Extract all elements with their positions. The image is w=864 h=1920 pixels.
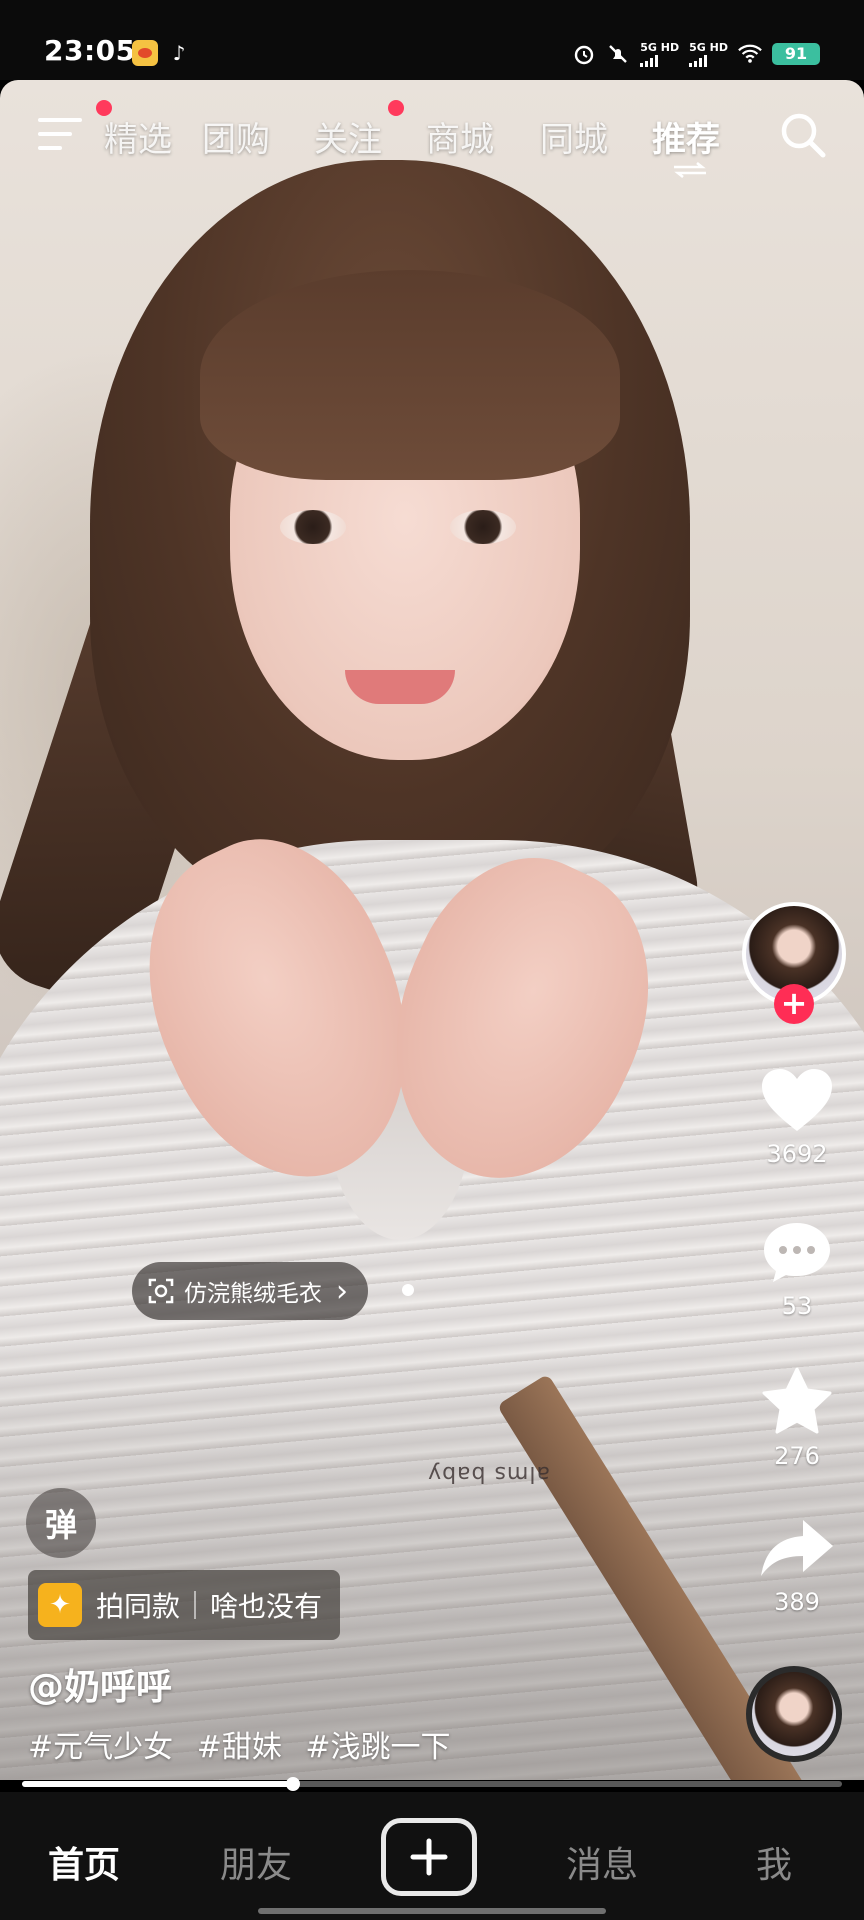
- share-button[interactable]: 389: [752, 1508, 842, 1616]
- tab-mall[interactable]: 商城: [426, 112, 494, 161]
- nav-friends[interactable]: 朋友: [220, 1836, 292, 1888]
- follow-button[interactable]: +: [774, 984, 814, 1024]
- home-indicator[interactable]: [258, 1908, 606, 1914]
- signal-icon-2: 5G HD: [689, 42, 728, 67]
- tab-group-buy[interactable]: 团购: [202, 112, 270, 161]
- wifi-icon: [738, 42, 762, 66]
- create-button[interactable]: [381, 1818, 477, 1896]
- alarm-icon: [572, 42, 596, 66]
- star-icon: [752, 1362, 842, 1442]
- video-player[interactable]: alms baby: [0, 80, 864, 1780]
- weibo-icon: [132, 40, 158, 66]
- divider: [194, 1591, 197, 1619]
- following-notification-dot: [388, 100, 404, 116]
- hashtag[interactable]: #浅跳一下: [305, 1730, 450, 1765]
- hashtags: #元气少女 #甜妹 #浅跳一下: [28, 1722, 465, 1766]
- progress-handle[interactable]: [285, 1777, 300, 1791]
- video-progress-bar[interactable]: [22, 1777, 842, 1791]
- like-button[interactable]: 3692: [752, 1060, 842, 1168]
- template-action: 拍同款: [96, 1590, 181, 1623]
- product-anchor-dot: [402, 1284, 414, 1296]
- favorite-button[interactable]: 276: [752, 1362, 842, 1470]
- nav-messages[interactable]: 消息: [566, 1836, 638, 1888]
- search-icon[interactable]: [778, 110, 828, 160]
- left-eye: [280, 510, 346, 544]
- tab-nearby[interactable]: 同城: [540, 112, 608, 161]
- nav-home[interactable]: 首页: [48, 1836, 120, 1888]
- refresh-icon[interactable]: [672, 162, 708, 178]
- progress-fill: [22, 1781, 293, 1787]
- author-username[interactable]: @奶呼呼: [28, 1658, 172, 1710]
- sparkle-icon: ✦: [38, 1583, 82, 1627]
- share-count: 389: [774, 1588, 820, 1616]
- signal-icon-1: 5G HD: [640, 42, 679, 67]
- music-disc[interactable]: [746, 1666, 842, 1762]
- hashtag[interactable]: #元气少女: [28, 1730, 173, 1765]
- comment-button[interactable]: 53: [752, 1212, 842, 1320]
- tiktok-icon: ♪: [172, 41, 186, 65]
- nav-me[interactable]: 我: [756, 1836, 792, 1888]
- heart-icon: [752, 1060, 842, 1140]
- shirt-print: alms baby: [427, 1461, 550, 1486]
- status-time: 23:05: [44, 34, 136, 67]
- plus-icon: [410, 1838, 448, 1876]
- top-nav: 精选 团购 关注 商城 同城 推荐: [0, 100, 864, 178]
- product-tag-label: 仿浣熊绒毛衣: [184, 1281, 322, 1307]
- template-chip[interactable]: ✦ 拍同款 啥也没有: [28, 1570, 341, 1640]
- comment-count: 53: [781, 1292, 813, 1320]
- favorite-count: 276: [774, 1442, 820, 1470]
- hashtag[interactable]: #甜妹: [197, 1730, 282, 1765]
- tab-recommend[interactable]: 推荐: [652, 112, 720, 161]
- status-icons: 5G HD 5G HD 91: [572, 38, 820, 70]
- battery-icon: 91: [772, 43, 820, 65]
- right-eye: [450, 510, 516, 544]
- chevron-right-icon: ›: [336, 1273, 348, 1309]
- mouth: [345, 670, 455, 704]
- bottom-nav: 首页 朋友 消息 我: [0, 1792, 864, 1920]
- danmu-button[interactable]: 弹: [26, 1488, 96, 1558]
- comment-icon: [752, 1212, 842, 1292]
- tab-featured[interactable]: 精选: [104, 112, 172, 161]
- mute-icon: [606, 42, 630, 66]
- like-count: 3692: [766, 1140, 828, 1168]
- share-icon: [752, 1508, 842, 1588]
- tab-following[interactable]: 关注: [314, 112, 382, 161]
- template-desc: 啥也没有: [210, 1590, 323, 1623]
- bangs: [200, 270, 620, 480]
- status-bar: 23:05 ♪ 5G HD 5G HD 91: [0, 0, 864, 80]
- product-tag[interactable]: 仿浣熊绒毛衣 ›: [132, 1262, 368, 1320]
- scan-icon: [148, 1278, 174, 1304]
- menu-icon[interactable]: [38, 114, 84, 154]
